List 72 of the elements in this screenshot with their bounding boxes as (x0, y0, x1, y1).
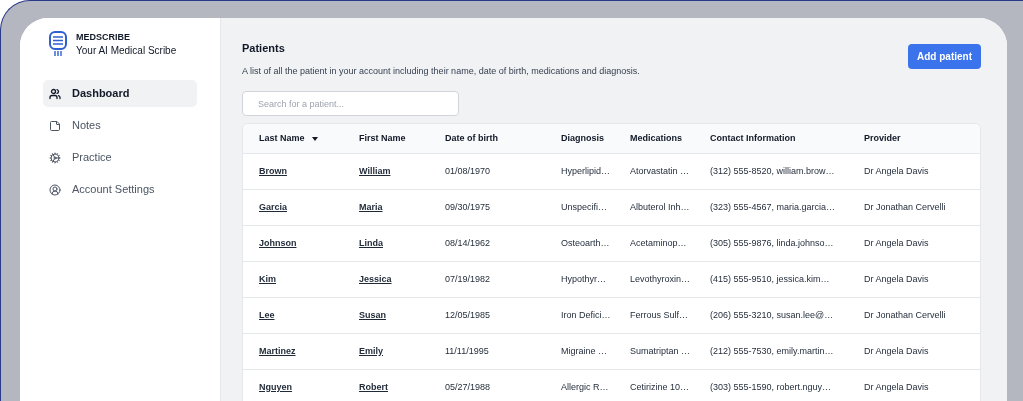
table-cell-text: Levothyroxin… (630, 272, 691, 286)
microphone-logo-icon (48, 31, 68, 57)
table-cell-text: Osteoarth… (561, 236, 610, 250)
patient-name-link[interactable]: Emily (359, 344, 383, 359)
table-cell-text: (323) 555-4567, maria.garcia… (710, 200, 836, 214)
patient-name-link[interactable]: Brown (259, 164, 287, 179)
sort-caret-icon[interactable] (311, 136, 318, 141)
patient-name-link[interactable]: William (359, 164, 391, 179)
patient-name-link[interactable]: Nguyen (259, 380, 292, 395)
table-cell-text: Dr Jonathan Cervelli (864, 308, 946, 322)
table-cell-text: 01/08/1970 (445, 164, 491, 178)
table-cell-text: Atorvastatin … (630, 164, 690, 178)
sidebar-item[interactable]: Account Settings (43, 176, 197, 203)
patient-name-link[interactable]: Lee (259, 308, 275, 323)
sidebar-item[interactable]: Practice (43, 144, 197, 171)
column-header[interactable]: Diagnosis (561, 131, 604, 146)
sidebar-item[interactable]: Dashboard (43, 80, 197, 107)
table-cell-text: (303) 555-1590, robert.nguy… (710, 380, 832, 394)
column-header[interactable]: Provider (864, 131, 901, 146)
column-header[interactable]: Last Name (259, 131, 305, 146)
patient-name-link[interactable]: Kim (259, 272, 276, 287)
table-cell-text: Dr Jonathan Cervelli (864, 200, 946, 214)
patient-name-link[interactable]: Jessica (359, 272, 392, 287)
table-cell-text: 09/30/1975 (445, 200, 491, 214)
column-header[interactable]: Date of birth (445, 131, 498, 146)
cog-icon (49, 151, 61, 164)
table-cell-text: (312) 555-8520, william.brow… (710, 164, 835, 178)
table-cell-text: Hypothyr… (561, 272, 606, 286)
table-cell-text: 07/19/1982 (445, 272, 491, 286)
table-cell-text: (305) 555-9876, linda.johnso… (710, 236, 834, 250)
table-cell-text: Unspecifi… (561, 200, 607, 214)
table-cell-text: Dr Angela Davis (864, 380, 929, 394)
table-cell-text: (206) 555-3210, susan.lee@… (710, 308, 834, 322)
table-cell-text: Sumatriptan … (630, 344, 691, 358)
table-cell-text: 11/11/1995 (445, 344, 489, 358)
table-cell-text: Allergic R… (561, 380, 609, 394)
column-header[interactable]: Contact Information (710, 131, 796, 146)
table-cell-text: Acetaminop… (630, 236, 687, 250)
page-description: A list of all the patient in your account including their name, date of birth, medications and diagnosis. (242, 64, 640, 78)
table-cell-text: Ferrous Sulf… (630, 308, 689, 322)
patient-name-link[interactable]: Garcia (259, 200, 288, 215)
users-icon (49, 87, 61, 100)
table-cell-text: Albuterol Inh… (630, 200, 690, 214)
page-title: Patients (242, 41, 286, 56)
table-cell-text: 12/05/1985 (445, 308, 491, 322)
note-icon (49, 119, 61, 132)
table-cell-text: Dr Angela Davis (864, 344, 929, 358)
table-cell-text: Dr Angela Davis (864, 164, 929, 178)
patient-name-link[interactable]: Johnson (259, 236, 297, 251)
patient-name-link[interactable]: Maria (359, 200, 383, 215)
table-cell-text: 08/14/1962 (445, 236, 491, 250)
user-circle-icon (49, 183, 61, 196)
patient-name-link[interactable]: Linda (359, 236, 383, 251)
table-cell-text: Dr Angela Davis (864, 236, 929, 250)
brand-tagline: Your AI Medical Scribe (76, 44, 177, 57)
table-cell-text: 05/27/1988 (445, 380, 491, 394)
table-cell-text: Iron Defici… (561, 308, 611, 322)
table-cell-text: Hyperlipid… (561, 164, 611, 178)
table-cell-text: Dr Angela Davis (864, 272, 929, 286)
sidebar-item[interactable]: Notes (43, 112, 197, 139)
brand-name: MEDSCRIBE (76, 31, 131, 44)
add-patient-button[interactable]: Add patient (908, 44, 981, 69)
table-cell-text: (212) 555-7530, emily.martin… (710, 344, 834, 358)
table-cell-text: Migraine … (561, 344, 607, 358)
column-header[interactable]: First Name (359, 131, 406, 146)
table-cell-text: Cetirizine 10… (630, 380, 690, 394)
patient-name-link[interactable]: Martinez (259, 344, 296, 359)
table-cell-text: (415) 555-9510, jessica.kim… (710, 272, 830, 286)
search-field[interactable]: Search for a patient... (242, 91, 459, 116)
column-header[interactable]: Medications (630, 131, 682, 146)
patient-name-link[interactable]: Robert (359, 380, 388, 395)
patient-name-link[interactable]: Susan (359, 308, 386, 323)
